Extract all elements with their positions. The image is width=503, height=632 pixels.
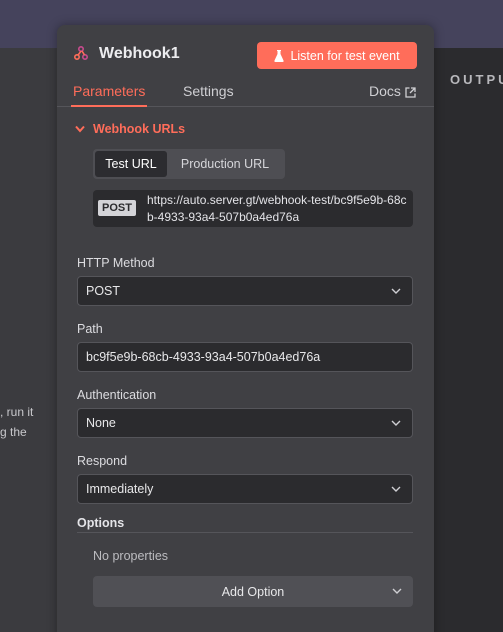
- path-value: bc9f5e9b-68cb-4933-93a4-507b0a4ed76a: [86, 350, 321, 364]
- respond-select[interactable]: Immediately: [77, 474, 413, 504]
- options-divider: [77, 532, 413, 533]
- webhook-icon: [73, 45, 89, 61]
- tab-test-url[interactable]: Test URL: [95, 151, 167, 177]
- webhook-url-text: https://auto.server.gt/webhook-test/bc9f…: [147, 193, 407, 224]
- respond-label: Respond: [77, 454, 128, 468]
- flask-icon: [274, 49, 285, 62]
- external-link-icon: [405, 87, 416, 98]
- authentication-select[interactable]: None: [77, 408, 413, 438]
- docs-link[interactable]: Docs: [369, 83, 416, 107]
- chevron-down-icon: [391, 288, 401, 294]
- path-input[interactable]: bc9f5e9b-68cb-4933-93a4-507b0a4ed76a: [77, 342, 413, 372]
- no-properties-text: No properties: [93, 549, 169, 563]
- add-option-label: Add Option: [221, 584, 285, 599]
- url-type-switch: Test URL Production URL: [93, 149, 285, 179]
- output-pane: [434, 48, 503, 632]
- webhook-urls-toggle[interactable]: Webhook URLs: [75, 122, 185, 136]
- listen-button-label: Listen for test event: [290, 48, 400, 63]
- chevron-down-icon: [391, 486, 401, 492]
- chevron-down-icon: [391, 420, 401, 426]
- node-settings-panel: Webhook1 Listen for test event Parameter…: [57, 25, 434, 632]
- tab-settings[interactable]: Settings: [183, 83, 234, 107]
- path-label: Path: [77, 322, 103, 336]
- http-method-select[interactable]: POST: [77, 276, 413, 306]
- output-pane-title: OUTPU: [450, 72, 503, 87]
- input-pane: [0, 48, 57, 632]
- respond-value: Immediately: [86, 482, 154, 496]
- authentication-label: Authentication: [77, 388, 157, 402]
- chevron-down-icon: [392, 588, 402, 594]
- webhook-urls-label: Webhook URLs: [93, 122, 186, 136]
- http-method-label: HTTP Method: [77, 256, 155, 270]
- tab-parameters[interactable]: Parameters: [71, 83, 148, 107]
- method-badge: POST: [98, 200, 136, 216]
- http-method-value: POST: [86, 284, 121, 298]
- webhook-url-display[interactable]: POST https://auto.server.gt/webhook-test…: [93, 190, 413, 227]
- add-option-button[interactable]: Add Option: [93, 576, 413, 607]
- panel-header: Webhook1 Listen for test event: [57, 25, 434, 75]
- options-title: Options: [77, 516, 125, 530]
- chevron-down-icon: [75, 125, 85, 133]
- authentication-value: None: [86, 416, 116, 430]
- input-hint-line-1: , run it: [0, 405, 34, 419]
- docs-link-label: Docs: [369, 83, 401, 99]
- tab-production-url[interactable]: Production URL: [167, 151, 283, 177]
- listen-for-test-event-button[interactable]: Listen for test event: [257, 42, 417, 69]
- input-hint-text: , run it g the: [0, 402, 57, 442]
- input-hint-line-2: g the: [0, 425, 27, 439]
- panel-tabs: Parameters Settings Docs: [57, 83, 434, 107]
- node-title[interactable]: Webhook1: [99, 45, 180, 63]
